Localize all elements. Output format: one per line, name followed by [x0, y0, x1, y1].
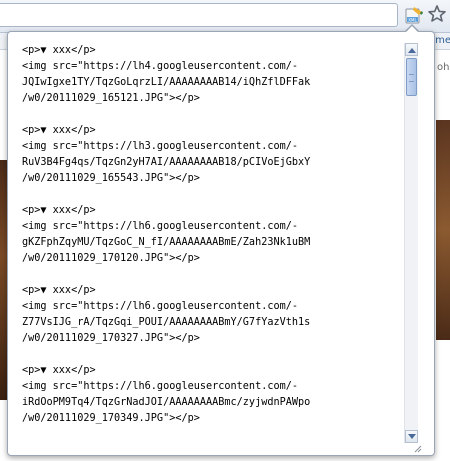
img-file-line: /w0/20111029_170327.JPG"></p>: [22, 333, 200, 344]
img-line: <img src="https://lh3.googleusercontent.…: [22, 141, 299, 152]
resize-grip-icon[interactable]: [412, 438, 422, 453]
list-item: <p>▼ xxx</p> <img src="https://lh6.googl…: [22, 283, 402, 347]
img-line: <img src="https://lh6.googleusercontent.…: [22, 381, 299, 392]
browser-toolbar: XML: [0, 0, 450, 33]
img-file-line: /w0/20111029_170120.JPG"></p>: [22, 253, 200, 264]
img-path-line: gKZFphZqyMU/TqzGoC_N_fI/AAAAAAAABmE/Zah2…: [22, 237, 311, 248]
paragraph-line: <p>▼ xxx</p>: [22, 365, 96, 376]
background-photo: [436, 120, 450, 340]
paragraph-line: <p>▼ xxx</p>: [22, 45, 96, 56]
address-bar[interactable]: [0, 3, 398, 27]
paragraph-line: <p>▼ xxx</p>: [22, 285, 96, 296]
list-item: <p>▼ xxx</p> <img src="https://lh6.googl…: [22, 203, 402, 267]
scroll-up-button[interactable]: [405, 43, 418, 56]
img-path-line: iRdOoPM9Tq4/TqzGrNadJOI/AAAAAAAABmc/zyjw…: [22, 397, 311, 408]
paragraph-line: <p>▼ xxx</p>: [22, 125, 96, 136]
bookmark-star-icon[interactable]: [427, 4, 447, 24]
vertical-scrollbar[interactable]: [404, 43, 418, 443]
img-path-line: RuV3B4Fg4qs/TqzGn2yH7AI/AAAAAAAAB18/pCIV…: [22, 157, 311, 168]
chevron-up-icon: [408, 48, 416, 53]
html-output: <p>▼ xxx</p> <img src="https://lh4.googl…: [22, 43, 402, 443]
paragraph-line: <p>▼ xxx</p>: [22, 205, 96, 216]
img-line: <img src="https://lh6.googleusercontent.…: [22, 221, 299, 232]
extension-popup: <p>▼ xxx</p> <img src="https://lh4.googl…: [7, 31, 435, 456]
img-line: <img src="https://lh4.googleusercontent.…: [22, 61, 299, 72]
scroll-thumb[interactable]: [406, 58, 417, 96]
popup-arrow-fill: [405, 26, 419, 33]
img-file-line: /w0/20111029_165543.JPG"></p>: [22, 173, 200, 184]
list-item: <p>▼ xxx</p> <img src="https://lh4.googl…: [22, 43, 402, 107]
img-path-line: Z77VsIJG_rA/TqzGqi_POUI/AAAAAAAABmY/G7fY…: [22, 317, 311, 328]
list-item: <p>▼ xxx</p> <img src="https://lh6.googl…: [22, 363, 402, 427]
img-file-line: /w0/20111029_165121.JPG"></p>: [22, 93, 200, 104]
rss-feed-icon[interactable]: XML: [404, 6, 424, 26]
background-text: ohr: [437, 62, 450, 73]
list-item: <p>▼ xxx</p> <img src="https://lh3.googl…: [22, 123, 402, 187]
img-file-line: /w0/20111029_170349.JPG"></p>: [22, 413, 200, 424]
img-path-line: JQIwIgxe1TY/TqzGoLqrzLI/AAAAAAAAB14/iQhZ…: [22, 77, 311, 88]
img-line: <img src="https://lh6.googleusercontent.…: [22, 301, 299, 312]
svg-text:XML: XML: [408, 17, 417, 22]
